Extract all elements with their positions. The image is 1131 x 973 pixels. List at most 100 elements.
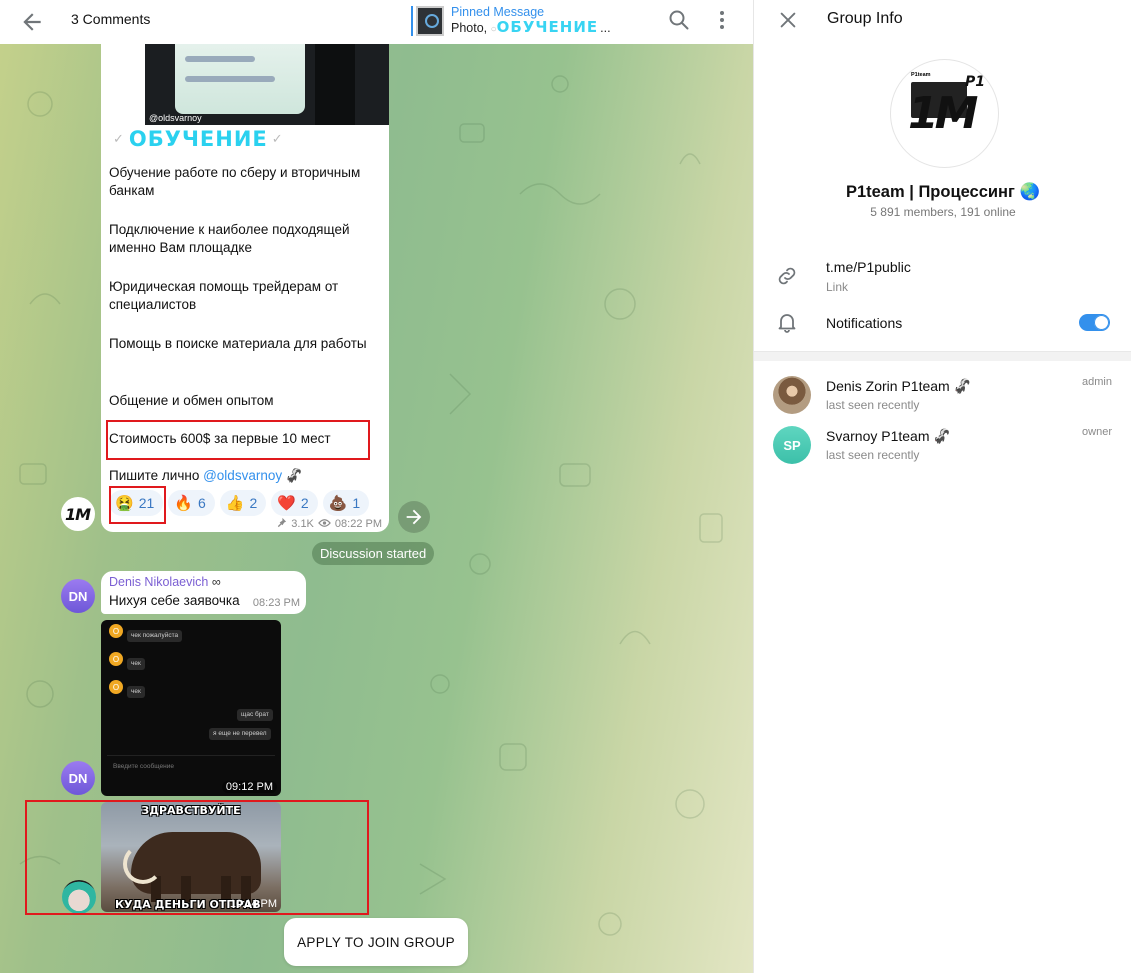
- reactions-bar: 🤮 21 🔥 6 👍 2 ❤️ 2 💩 1: [109, 490, 370, 516]
- reaction-count: 1: [352, 495, 361, 511]
- reaction-count: 6: [197, 495, 206, 511]
- member-role: admin: [1082, 376, 1112, 388]
- post-line: Общение и обмен опытом: [109, 393, 274, 408]
- meme-photo-message[interactable]: ЗДРАВСТВУЙТЕ КУДА ДЕНЬГИ ОТПРАВ 10:14 PM: [101, 802, 281, 912]
- forward-arrow-icon[interactable]: [398, 501, 430, 533]
- reaction-count: 2: [300, 495, 309, 511]
- avatar: [773, 376, 811, 414]
- post-contact: Пишите лично @oldsvarnoy 🦨: [109, 467, 385, 485]
- check-icon: ✓: [113, 131, 125, 147]
- reaction-vomit[interactable]: 🤮 21: [109, 490, 164, 516]
- post-photo-tag: @oldsvarnoy: [149, 113, 202, 123]
- meme-caption-top: ЗДРАВСТВУЙТЕ: [141, 804, 241, 817]
- group-members-count: 5 891 members, 191 online: [870, 205, 1016, 219]
- screenshot-bubble: чек: [127, 686, 145, 698]
- search-icon[interactable]: [667, 8, 691, 32]
- heart-emoji-icon: ❤️: [277, 495, 296, 512]
- close-icon[interactable]: [777, 9, 799, 31]
- apply-to-join-button[interactable]: APPLY TO JOIN GROUP: [284, 918, 468, 966]
- post-line: Юридическая помощь трейдерам от специали…: [109, 279, 339, 312]
- group-name: P1team | Процессинг 🌏: [845, 183, 1041, 201]
- post-photo-row: [185, 76, 275, 82]
- channel-avatar-logo: 1M: [65, 505, 91, 524]
- reaction-heart[interactable]: ❤️ 2: [271, 490, 318, 516]
- notifications-row[interactable]: Notifications: [754, 310, 1131, 336]
- reaction-thumbs-up[interactable]: 👍 2: [219, 490, 267, 516]
- coin-icon: O: [109, 624, 123, 638]
- sender-name: Denis Nikolaevich: [109, 575, 209, 589]
- link-emoji-icon: ∞: [211, 575, 221, 589]
- avatar[interactable]: DN: [61, 579, 95, 613]
- message-time: 08:23 PM: [252, 597, 300, 609]
- avatar[interactable]: DN: [61, 761, 95, 795]
- pinned-ellipsis: ...: [600, 21, 611, 35]
- group-link: t.me/P1public: [826, 259, 911, 275]
- reaction-count: 21: [138, 495, 155, 511]
- bell-icon: [775, 310, 799, 334]
- chat-panel: 3 Comments Pinned Message Photo, ○ОБУЧЕН…: [0, 0, 753, 973]
- member-status: last seen recently: [826, 398, 920, 412]
- member-row[interactable]: SP Svarnoy P1team 🦨 last seen recently o…: [754, 426, 1131, 476]
- link-icon: [775, 264, 799, 288]
- post-photo[interactable]: @oldsvarnoy: [145, 44, 389, 125]
- avatar: SP: [773, 426, 811, 464]
- notifications-toggle[interactable]: [1079, 314, 1110, 331]
- screenshot-reply: щас брат: [237, 709, 273, 721]
- post-line: Обучение работе по сберу и вторичным бан…: [109, 165, 361, 198]
- screenshot-input: Введите сообщение: [107, 755, 275, 777]
- more-vertical-icon[interactable]: [710, 8, 734, 32]
- reaction-fire[interactable]: 🔥 6: [168, 490, 215, 516]
- message-text: Нихуя себе заявочка: [109, 593, 240, 608]
- chat-header: 3 Comments Pinned Message Photo, ○ОБУЧЕН…: [0, 0, 753, 44]
- fire-emoji-icon: 🔥: [174, 495, 193, 512]
- pinned-thumbnail: [416, 6, 444, 36]
- channel-avatar[interactable]: 1M: [61, 497, 95, 531]
- skunk-emoji-icon: 🦨: [285, 468, 303, 483]
- member-name: Denis Zorin P1team 🦨: [826, 378, 972, 394]
- post-photo-row: [185, 56, 255, 62]
- reaction-poop[interactable]: 💩 1: [322, 490, 370, 516]
- discussion-started-label: Discussion started: [312, 542, 435, 565]
- message-sender: Denis Nikolaevich ∞: [109, 575, 221, 589]
- coin-icon: O: [109, 680, 123, 694]
- post-line: Помощь в поиске материала для работы: [109, 336, 367, 351]
- post-mention-link[interactable]: @oldsvarnoy: [203, 468, 282, 483]
- group-info-panel: Group Info P1team 1M P1 P1team | Процесс…: [753, 0, 1131, 973]
- pinned-preview: Photo, ○ОБУЧЕНИЕ...: [451, 20, 611, 37]
- thumbs-up-emoji-icon: 👍: [225, 495, 245, 512]
- coin-icon: O: [109, 652, 123, 666]
- channel-post[interactable]: @oldsvarnoy ✓ ОБУЧЕНИЕ ✓ Обучение работе…: [101, 44, 389, 532]
- pinned-prefix: Photo,: [451, 21, 488, 35]
- poop-emoji-icon: 💩: [328, 495, 348, 512]
- pinned-message-bar[interactable]: Pinned Message Photo, ○ОБУЧЕНИЕ...: [411, 4, 611, 38]
- back-arrow-icon[interactable]: [19, 9, 45, 35]
- post-heading: ✓ ОБУЧЕНИЕ ✓: [113, 126, 284, 152]
- member-role: owner: [1082, 426, 1112, 438]
- mammoth-tusk: [123, 844, 163, 884]
- panel-title: Group Info: [827, 10, 903, 27]
- message-time: 09:12 PM: [221, 781, 277, 793]
- post-heading-text: ОБУЧЕНИЕ: [128, 127, 268, 151]
- post-time: 08:22 PM: [334, 518, 382, 530]
- pin-icon: [276, 517, 287, 531]
- group-avatar-top: P1: [965, 74, 986, 90]
- comments-title: 3 Comments: [71, 11, 151, 27]
- group-avatar-tag: P1team: [911, 72, 931, 78]
- member-status: last seen recently: [826, 448, 920, 462]
- section-divider: [754, 351, 1131, 361]
- check-icon: ✓: [271, 131, 284, 147]
- avatar[interactable]: [62, 880, 96, 914]
- group-link-row[interactable]: t.me/P1public Link: [754, 256, 1131, 296]
- member-row[interactable]: Denis Zorin P1team 🦨 last seen recently …: [754, 376, 1131, 426]
- group-avatar-letters: 1M: [908, 88, 978, 139]
- message-bubble[interactable]: Denis Nikolaevich ∞ Нихуя себе заявочка …: [101, 571, 306, 614]
- group-avatar[interactable]: P1team 1M P1: [890, 59, 999, 168]
- group-link-label: Link: [826, 280, 849, 294]
- reaction-count: 2: [249, 495, 258, 511]
- screenshot-bubble: чек: [127, 658, 145, 670]
- post-contact-prefix: Пишите лично: [109, 468, 200, 483]
- photo-message[interactable]: O чек пожалуйста O чек O чек щас брат я …: [101, 620, 281, 796]
- post-views: 3.1K: [291, 518, 314, 530]
- notifications-label: Notifications: [826, 315, 903, 331]
- vomit-emoji-icon: 🤮: [115, 495, 134, 512]
